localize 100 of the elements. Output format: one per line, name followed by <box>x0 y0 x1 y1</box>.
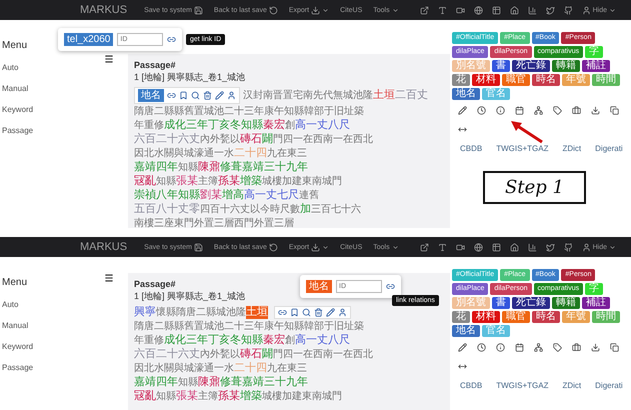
toolbar-icon[interactable] <box>456 6 465 14</box>
bookmark-icon[interactable] <box>290 308 299 317</box>
toolbar-icon[interactable] <box>510 242 519 252</box>
link-icon[interactable] <box>167 35 176 44</box>
tag-button[interactable]: 地名 <box>452 325 480 337</box>
tag-label[interactable]: 地名 <box>138 89 164 102</box>
tag-button[interactable]: 死亡錄 <box>512 297 550 309</box>
person-icon[interactable] <box>227 91 236 100</box>
clock-icon[interactable] <box>477 343 486 352</box>
clock-icon[interactable] <box>477 106 486 115</box>
tag-button[interactable]: 花 <box>452 311 470 323</box>
resource-link[interactable]: ZDict <box>562 381 582 390</box>
menu-icon[interactable] <box>104 54 114 64</box>
toolbar-icon[interactable] <box>528 6 537 14</box>
toolbar-icon[interactable] <box>474 242 483 252</box>
download-icon[interactable] <box>591 343 600 352</box>
toolbar-icon[interactable] <box>492 6 501 14</box>
pencil-icon[interactable] <box>215 91 224 100</box>
tag-button[interactable]: 轉籍 <box>552 60 580 72</box>
menu-item[interactable]: Keyword <box>2 342 34 351</box>
network-icon[interactable] <box>534 343 543 352</box>
resource-link[interactable]: CBDB <box>460 144 482 153</box>
info-icon[interactable] <box>496 106 505 115</box>
tag-icon[interactable] <box>553 106 562 115</box>
tag-button[interactable]: 花 <box>452 74 470 86</box>
tag-button[interactable]: 地名 <box>452 88 480 100</box>
toolbar-icon[interactable] <box>492 242 501 252</box>
trash-icon[interactable] <box>203 91 212 100</box>
tagged-text: 闢 <box>262 348 273 361</box>
brand-name[interactable]: MARKUS <box>80 241 128 253</box>
passage-text: 年重修 <box>134 119 164 132</box>
toolbar-icon[interactable] <box>546 242 555 252</box>
tag-button[interactable]: 職官 <box>502 311 530 323</box>
brand-name[interactable]: MARKUS <box>80 4 128 16</box>
toolbar-icon[interactable] <box>474 6 483 14</box>
tagged-text: 冦亂 <box>134 390 156 403</box>
menu-item[interactable]: Passage <box>2 126 34 135</box>
tag-button[interactable]: 書 <box>492 297 510 309</box>
menu-item[interactable]: Auto <box>2 300 18 309</box>
network-icon[interactable] <box>534 106 543 115</box>
trash-icon[interactable] <box>314 308 323 317</box>
copy-icon[interactable] <box>610 343 619 352</box>
toolbar-icon[interactable] <box>420 6 429 14</box>
tag-button[interactable]: 補註 <box>582 60 610 72</box>
resource-link[interactable]: ZDict <box>562 144 582 153</box>
copy-icon[interactable] <box>610 106 619 115</box>
toolbar-icon[interactable] <box>546 6 555 14</box>
pencil-icon[interactable] <box>458 343 467 352</box>
briefcase-icon[interactable] <box>572 343 581 352</box>
tag-button[interactable]: 職官 <box>502 74 530 86</box>
resource-link[interactable]: TWGIS+TGAZ <box>496 381 548 390</box>
link-icon[interactable] <box>386 282 395 291</box>
tagged-text: 張某 <box>176 175 198 188</box>
tag-button[interactable]: 補註 <box>582 297 610 309</box>
menu-item[interactable]: Manual <box>2 321 28 330</box>
download-icon[interactable] <box>591 106 600 115</box>
tag-button[interactable]: 材料 <box>472 311 500 323</box>
toolbar-icon[interactable] <box>528 242 537 252</box>
menu-icon[interactable] <box>104 273 114 283</box>
menu-item[interactable]: Passage <box>2 363 34 372</box>
arrows-icon[interactable] <box>458 362 467 371</box>
toolbar-icon[interactable] <box>438 242 447 252</box>
tag-button[interactable]: 死亡錄 <box>512 60 550 72</box>
toolbar-icon[interactable] <box>438 6 447 14</box>
pencil-icon[interactable] <box>458 106 467 115</box>
info-icon[interactable] <box>496 343 505 352</box>
toolbar-icon[interactable] <box>564 242 573 252</box>
tagged-text: 高一丈七尺 <box>244 189 299 202</box>
toolbar-icon[interactable] <box>420 242 429 252</box>
calendar-icon[interactable] <box>515 343 524 352</box>
tag-button[interactable]: 書 <box>492 60 510 72</box>
menu-item[interactable]: Auto <box>2 63 18 72</box>
tag-button[interactable]: 時名 <box>532 74 560 86</box>
arrows-icon[interactable] <box>458 125 467 134</box>
search-icon[interactable] <box>191 91 200 100</box>
tagged-text: 增築 <box>240 390 262 403</box>
passage-text: 主簿 <box>198 390 218 403</box>
briefcase-icon[interactable] <box>572 106 581 115</box>
toolbar-icon[interactable] <box>510 6 519 14</box>
link-icon[interactable] <box>278 308 287 317</box>
bookmark-icon[interactable] <box>179 91 188 100</box>
pencil-icon[interactable] <box>326 308 335 317</box>
resource-link[interactable]: Digerati <box>595 381 623 390</box>
menu-item[interactable]: Keyword <box>2 105 34 114</box>
resource-link[interactable]: Digerati <box>595 144 623 153</box>
toolbar-icon[interactable] <box>456 242 465 252</box>
passage-text: 知縣 <box>178 376 198 389</box>
search-icon[interactable] <box>302 308 311 317</box>
passage-text: 內外甃以 <box>200 348 240 361</box>
person-icon[interactable] <box>338 308 347 317</box>
menu-item[interactable]: Manual <box>2 84 28 93</box>
tag-button[interactable]: 時名 <box>532 311 560 323</box>
tag-button[interactable]: 轉籍 <box>552 297 580 309</box>
resource-link[interactable]: CBDB <box>460 381 482 390</box>
toolbar-icon[interactable] <box>564 6 573 14</box>
resource-link[interactable]: TWGIS+TGAZ <box>496 144 548 153</box>
tag-button[interactable]: 材料 <box>472 74 500 86</box>
tag-icon[interactable] <box>553 343 562 352</box>
link-icon[interactable] <box>167 91 176 100</box>
calendar-icon[interactable] <box>515 106 524 115</box>
